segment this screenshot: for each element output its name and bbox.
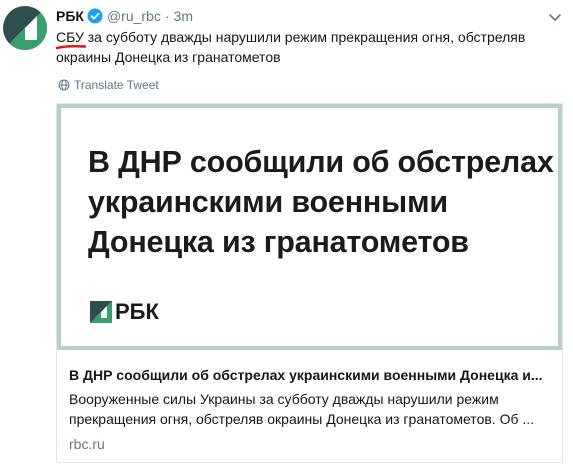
link-preview-card[interactable]: В ДНР сообщили об обстрелах украинскими … xyxy=(56,103,563,463)
separator-dot: · xyxy=(164,8,170,24)
verified-badge-icon xyxy=(87,8,103,24)
card-image-headline: В ДНР сообщили об обстрелах украинскими … xyxy=(88,145,554,259)
chevron-down-icon[interactable] xyxy=(548,10,562,21)
author-handle[interactable]: @ru_rbc xyxy=(107,8,161,24)
tweet-text: СБУ за субботу дважды нарушили режим пре… xyxy=(56,29,526,65)
translate-tweet-link[interactable]: Translate Tweet xyxy=(58,77,159,93)
rbc-logo-icon xyxy=(3,6,47,50)
translate-label: Translate Tweet xyxy=(74,78,159,92)
card-image[interactable]: В ДНР сообщили об обстрелах украинскими … xyxy=(57,104,562,350)
card-title[interactable]: В ДНР сообщили об обстрелах украинскими … xyxy=(69,366,547,384)
logo-text: РБК xyxy=(115,299,159,324)
avatar[interactable] xyxy=(3,6,47,50)
card-domain: rbc.ru xyxy=(69,436,105,452)
rbc-logo-icon xyxy=(90,301,112,323)
card-image-logo: РБК xyxy=(90,301,159,323)
author-name[interactable]: РБК xyxy=(56,8,84,24)
tweet-header: РБК @ru_rbc · 3m xyxy=(56,6,193,26)
globe-icon xyxy=(58,79,70,91)
card-description: Вооруженные силы Украины за субботу дваж… xyxy=(69,391,535,427)
tweet-timestamp[interactable]: 3m xyxy=(174,8,193,24)
red-annotation-underline xyxy=(56,44,86,50)
